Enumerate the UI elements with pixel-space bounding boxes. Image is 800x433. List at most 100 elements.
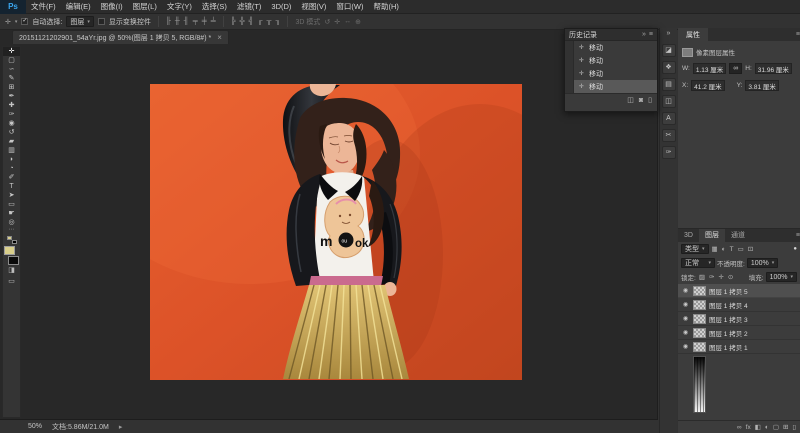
eye-icon[interactable]: ◉ bbox=[681, 315, 690, 322]
adjustments-icon[interactable]: ◪ bbox=[661, 44, 676, 57]
layer-row[interactable]: ◉ 图层 1 拷贝 4 bbox=[678, 298, 800, 312]
align-left-edges-icon[interactable]: ╟ bbox=[166, 18, 171, 25]
adjustment-layer-icon[interactable]: ◐ bbox=[765, 424, 769, 431]
panel-menu-icon[interactable]: ≡ bbox=[796, 232, 800, 239]
collapse-panel-icon[interactable]: » bbox=[642, 31, 646, 38]
link-dimensions-icon[interactable]: ∞ bbox=[729, 63, 743, 74]
clone-stamp-tool[interactable]: ◉ bbox=[3, 119, 20, 128]
tool-preset-caret-icon[interactable]: ▾ bbox=[15, 19, 18, 25]
layer-thumbnail[interactable] bbox=[693, 285, 706, 296]
height-field[interactable]: 31.96 厘米 bbox=[754, 63, 792, 74]
open-image-canvas[interactable]: m ou ok bbox=[150, 84, 522, 380]
filter-smart-object-icon[interactable]: ⊡ bbox=[747, 245, 754, 253]
layer-thumbnail[interactable] bbox=[693, 313, 706, 324]
history-source-checkbox[interactable] bbox=[565, 80, 574, 93]
new-group-icon[interactable]: ▢ bbox=[773, 423, 779, 431]
tool-preset-icon[interactable]: ✛ bbox=[5, 18, 11, 26]
tab-channels[interactable]: 通道 bbox=[725, 229, 751, 242]
auto-select-checkbox[interactable]: ✓ bbox=[21, 18, 29, 25]
screen-mode-button[interactable]: ▭ bbox=[8, 276, 15, 287]
delete-layer-icon[interactable]: ▯ bbox=[792, 423, 796, 431]
character-icon[interactable]: A bbox=[661, 112, 676, 125]
move-tool[interactable]: ✛ bbox=[3, 47, 20, 56]
opacity-dropdown[interactable]: 100% ▾ bbox=[746, 258, 779, 268]
filter-kind-dropdown[interactable]: 类型 ▾ bbox=[681, 244, 709, 254]
lock-transparency-icon[interactable]: ▨ bbox=[698, 273, 706, 281]
lock-pixels-icon[interactable]: ✑ bbox=[708, 273, 715, 281]
show-transform-checkbox[interactable] bbox=[97, 18, 105, 25]
styles-icon[interactable]: ❖ bbox=[661, 61, 676, 74]
close-icon[interactable]: × bbox=[217, 33, 222, 42]
history-source-checkbox[interactable] bbox=[565, 54, 574, 67]
align-bottom-edges-icon[interactable]: ╧ bbox=[211, 18, 216, 25]
hand-tool[interactable]: ☛ bbox=[3, 209, 20, 218]
history-brush-tool[interactable]: ↺ bbox=[3, 128, 20, 137]
blur-tool[interactable]: ◗ bbox=[3, 155, 20, 164]
quick-selection-tool[interactable]: ✎ bbox=[3, 74, 20, 83]
layer-row[interactable]: ◉ 图层 1 拷贝 3 bbox=[678, 312, 800, 326]
brush-tool[interactable]: ✑ bbox=[3, 110, 20, 119]
eye-icon[interactable]: ◉ bbox=[681, 287, 690, 294]
menu-3d[interactable]: 3D(D) bbox=[266, 0, 296, 14]
layer-thumbnail[interactable] bbox=[693, 327, 706, 338]
rectangular-marquee-tool[interactable]: ▢ bbox=[3, 56, 20, 65]
filter-shape-icon[interactable]: ▭ bbox=[737, 245, 745, 253]
distribute-top-icon[interactable]: ╓ bbox=[258, 18, 263, 25]
distribute-left-icon[interactable]: ╠ bbox=[231, 18, 236, 25]
eye-icon[interactable]: ◉ bbox=[681, 329, 690, 336]
path-selection-tool[interactable]: ➤ bbox=[3, 191, 20, 200]
new-snapshot-icon[interactable]: ◙ bbox=[639, 97, 643, 104]
menu-window[interactable]: 窗口(W) bbox=[331, 0, 368, 14]
history-step[interactable]: ✛ 移动 bbox=[565, 54, 657, 67]
tab-properties[interactable]: 属性 bbox=[678, 28, 708, 41]
info-icon[interactable]: ▤ bbox=[661, 78, 676, 91]
layer-row[interactable]: ◉ 图层 1 拷贝 1 bbox=[678, 340, 800, 354]
fill-dropdown[interactable]: 100% ▾ bbox=[765, 272, 797, 282]
tab-3d[interactable]: 3D bbox=[678, 229, 699, 242]
layer-thumbnail-gradient[interactable] bbox=[693, 356, 706, 413]
zoom-tool[interactable]: ◎ bbox=[3, 218, 20, 227]
menu-select[interactable]: 选择(S) bbox=[197, 0, 232, 14]
layer-row[interactable]: ◉ 图层 1 拷贝 5 bbox=[678, 284, 800, 298]
brush-presets-icon[interactable]: ✑ bbox=[661, 146, 676, 159]
filter-pixel-icon[interactable]: ▦ bbox=[711, 245, 719, 253]
gradient-tool[interactable]: ▥ bbox=[3, 146, 20, 155]
distribute-center-icon[interactable]: ╬ bbox=[240, 18, 245, 25]
history-step[interactable]: ✛ 移动 bbox=[565, 41, 657, 54]
document-tab[interactable]: 20151121202901_54aYr.jpg @ 50%(图层 1 拷贝 5… bbox=[12, 30, 229, 44]
new-document-from-state-icon[interactable]: ◫ bbox=[627, 96, 634, 104]
distribute-right-icon[interactable]: ╣ bbox=[249, 18, 254, 25]
menu-file[interactable]: 文件(F) bbox=[26, 0, 61, 14]
layer-row[interactable]: ◉ 图层 1 拷贝 2 bbox=[678, 326, 800, 340]
edit-toolbar-icon[interactable]: ⋯ bbox=[9, 227, 15, 235]
eye-icon[interactable]: ◉ bbox=[681, 301, 690, 308]
menu-edit[interactable]: 编辑(E) bbox=[61, 0, 96, 14]
menu-view[interactable]: 视图(V) bbox=[296, 0, 331, 14]
crop-tool[interactable]: ⊞ bbox=[3, 83, 20, 92]
new-layer-icon[interactable]: ⊞ bbox=[783, 423, 788, 431]
filter-adjustment-icon[interactable]: ◐ bbox=[721, 246, 727, 253]
layer-style-icon[interactable]: fx bbox=[746, 424, 751, 431]
lock-all-icon[interactable]: ⊙ bbox=[727, 273, 734, 281]
type-tool[interactable]: T bbox=[3, 182, 20, 191]
link-layers-icon[interactable]: ∞ bbox=[737, 424, 742, 431]
measurement-log-icon[interactable]: ✂ bbox=[661, 129, 676, 142]
menu-help[interactable]: 帮助(H) bbox=[369, 0, 404, 14]
menu-filter[interactable]: 滤镜(T) bbox=[232, 0, 267, 14]
panel-menu-icon[interactable]: ≡ bbox=[649, 31, 653, 38]
y-field[interactable]: 3.81 厘米 bbox=[745, 80, 779, 91]
layer-comps-icon[interactable]: ◫ bbox=[661, 95, 676, 108]
zoom-level-field[interactable]: 50% bbox=[28, 423, 42, 430]
lock-position-icon[interactable]: ✛ bbox=[717, 273, 724, 281]
add-mask-icon[interactable]: ◧ bbox=[755, 423, 761, 431]
filter-type-icon[interactable]: T bbox=[729, 246, 735, 253]
status-options-icon[interactable]: ▸ bbox=[119, 423, 123, 431]
quick-mask-button[interactable]: ◨ bbox=[8, 265, 15, 276]
x-field[interactable]: 41.2 厘米 bbox=[691, 80, 725, 91]
pen-tool[interactable]: ✐ bbox=[3, 173, 20, 182]
tab-layers[interactable]: 图层 bbox=[698, 229, 725, 242]
distribute-middle-icon[interactable]: ╥ bbox=[267, 18, 272, 25]
align-horizontal-centers-icon[interactable]: ╫ bbox=[175, 18, 180, 25]
default-colors-icon[interactable] bbox=[6, 236, 17, 244]
dodge-tool[interactable]: ◔ bbox=[3, 164, 20, 173]
